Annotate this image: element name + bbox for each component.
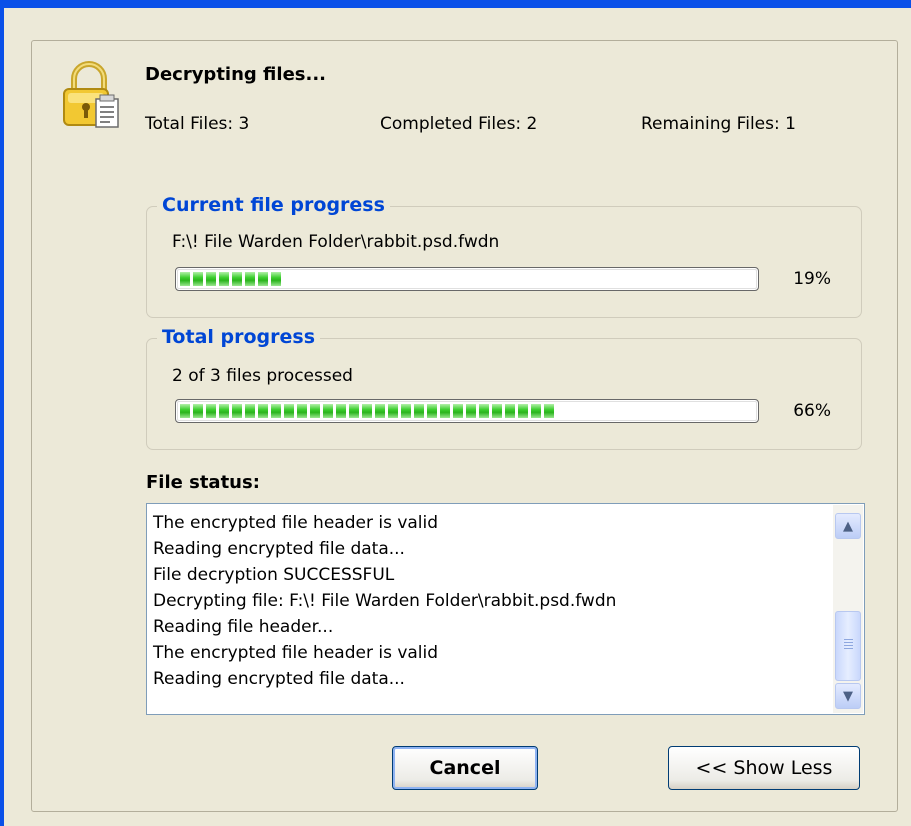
progress-segment bbox=[453, 404, 463, 418]
progress-segment bbox=[388, 404, 398, 418]
dialog-title: Decrypting files... bbox=[145, 64, 327, 85]
chevron-up-icon: ▲ bbox=[843, 518, 853, 534]
current-file-progress-bar bbox=[175, 267, 759, 291]
current-file-path: F:\! File Warden Folder\rabbit.psd.fwdn bbox=[172, 232, 500, 252]
status-line: Decrypting file: F:\! File Warden Folder… bbox=[153, 591, 617, 611]
total-files-count: Total Files: 3 bbox=[145, 114, 250, 134]
progress-segment bbox=[310, 404, 320, 418]
completed-files-count: Completed Files: 2 bbox=[380, 114, 538, 134]
progress-segment bbox=[544, 404, 554, 418]
progress-segment bbox=[245, 404, 255, 418]
total-progress-bar bbox=[175, 399, 759, 423]
progress-segment bbox=[271, 272, 281, 286]
progress-segment bbox=[180, 272, 190, 286]
status-line: Reading file header... bbox=[153, 617, 334, 637]
progress-segment bbox=[297, 404, 307, 418]
progress-segment bbox=[479, 404, 489, 418]
status-line: Reading encrypted file data... bbox=[153, 539, 405, 559]
chevron-down-icon: ▼ bbox=[843, 688, 853, 704]
current-file-progress-label: Current file progress bbox=[157, 193, 390, 217]
progress-segment bbox=[284, 404, 294, 418]
total-progress-status: 2 of 3 files processed bbox=[172, 366, 353, 386]
progress-segment bbox=[219, 404, 229, 418]
progress-segment bbox=[180, 404, 190, 418]
status-line: The encrypted file header is valid bbox=[153, 513, 439, 533]
cancel-button-label: Cancel bbox=[429, 757, 501, 779]
progress-segment bbox=[531, 404, 541, 418]
progress-segment bbox=[375, 404, 385, 418]
file-status-label: File status: bbox=[146, 472, 260, 493]
window-title-bar-edge bbox=[0, 0, 911, 8]
current-file-percent: 19% bbox=[793, 269, 831, 289]
file-status-log[interactable]: The encrypted file header is valid Readin… bbox=[146, 503, 865, 715]
progress-segment bbox=[505, 404, 515, 418]
progress-segment bbox=[258, 404, 268, 418]
progress-segment bbox=[232, 404, 242, 418]
show-less-button[interactable]: << Show Less bbox=[668, 746, 860, 790]
progress-segment bbox=[401, 404, 411, 418]
progress-segment bbox=[414, 404, 424, 418]
progress-segment bbox=[440, 404, 450, 418]
status-line: File decryption SUCCESSFUL bbox=[153, 565, 395, 585]
scroll-down-button[interactable]: ▼ bbox=[835, 683, 861, 709]
progress-segment bbox=[258, 272, 268, 286]
window-border-left bbox=[0, 0, 4, 826]
progress-segment bbox=[193, 404, 203, 418]
progress-segment bbox=[245, 272, 255, 286]
progress-segment bbox=[206, 272, 216, 286]
progress-segment bbox=[427, 404, 437, 418]
total-percent: 66% bbox=[793, 401, 831, 421]
progress-segment bbox=[492, 404, 502, 418]
scroll-up-button[interactable]: ▲ bbox=[835, 513, 861, 539]
total-progress-label: Total progress bbox=[157, 325, 321, 349]
file-status-lines: The encrypted file header is valid Readin… bbox=[153, 510, 616, 692]
status-line: The encrypted file header is valid bbox=[153, 643, 439, 663]
show-less-button-label: << Show Less bbox=[695, 757, 833, 779]
lock-icon bbox=[63, 61, 119, 128]
current-file-progress-group: Current file progress F:\! File Warden F… bbox=[146, 193, 862, 318]
progress-segment bbox=[466, 404, 476, 418]
total-progress-group: Total progress 2 of 3 files processed 66… bbox=[146, 325, 862, 450]
cancel-button[interactable]: Cancel bbox=[392, 746, 538, 790]
progress-segment bbox=[323, 404, 333, 418]
grip-icon bbox=[844, 639, 853, 651]
progress-segment bbox=[219, 272, 229, 286]
remaining-files-count: Remaining Files: 1 bbox=[641, 114, 796, 134]
progress-segment bbox=[232, 272, 242, 286]
progress-segment bbox=[193, 272, 203, 286]
progress-segment bbox=[362, 404, 372, 418]
progress-segment bbox=[349, 404, 359, 418]
status-line: Reading encrypted file data... bbox=[153, 669, 405, 689]
vertical-scrollbar[interactable]: ▲ ▼ bbox=[833, 505, 863, 713]
total-progress-fill bbox=[180, 404, 554, 418]
progress-segment bbox=[271, 404, 281, 418]
progress-segment bbox=[206, 404, 216, 418]
progress-segment bbox=[336, 404, 346, 418]
current-file-progress-fill bbox=[180, 272, 281, 286]
progress-segment bbox=[518, 404, 528, 418]
scrollbar-thumb[interactable] bbox=[835, 611, 861, 681]
